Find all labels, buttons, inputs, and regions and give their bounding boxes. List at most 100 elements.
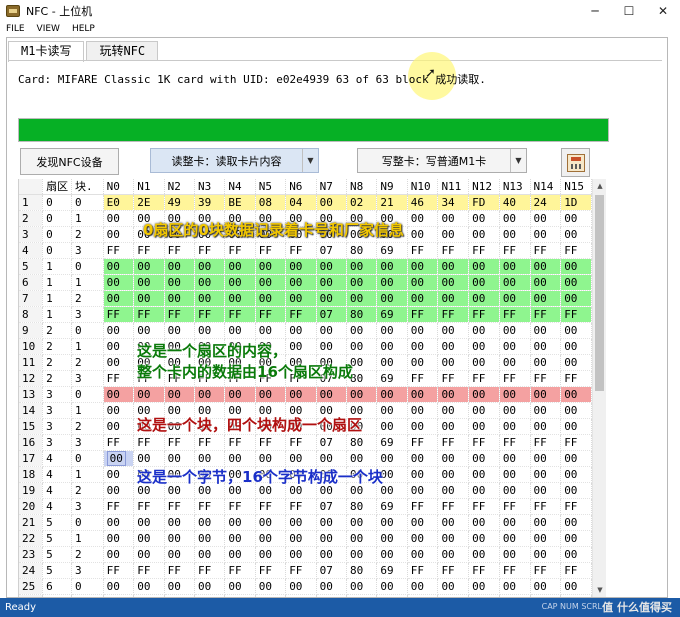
chevron-down-icon[interactable]: ▼ bbox=[510, 149, 526, 172]
row-number-cell[interactable]: 25 bbox=[19, 578, 44, 596]
block-cell[interactable]: 3 bbox=[71, 370, 104, 388]
byte-cell[interactable]: 00 bbox=[316, 338, 347, 356]
byte-cell[interactable]: 00 bbox=[560, 322, 592, 340]
byte-cell[interactable]: 69 bbox=[376, 242, 408, 260]
byte-cell[interactable]: FF bbox=[530, 498, 562, 516]
byte-cell[interactable]: 69 bbox=[376, 562, 408, 580]
byte-cell[interactable]: 00 bbox=[285, 290, 317, 308]
sector-cell[interactable]: 1 bbox=[42, 258, 73, 276]
byte-cell[interactable]: FF bbox=[224, 306, 256, 324]
sector-cell[interactable]: 5 bbox=[42, 530, 73, 548]
block-cell[interactable]: 3 bbox=[71, 498, 104, 516]
row-number-cell[interactable]: 21 bbox=[19, 514, 44, 532]
byte-cell[interactable]: 00 bbox=[437, 386, 470, 404]
byte-cell[interactable]: 00 bbox=[285, 338, 317, 356]
byte-cell[interactable]: 00 bbox=[255, 274, 287, 292]
byte-cell[interactable]: 00 bbox=[103, 578, 135, 596]
row-number-cell[interactable]: 14 bbox=[19, 402, 44, 420]
sector-cell[interactable]: 0 bbox=[42, 242, 73, 260]
byte-cell[interactable]: 00 bbox=[530, 338, 562, 356]
byte-cell[interactable]: FF bbox=[437, 242, 470, 260]
byte-cell[interactable]: 00 bbox=[530, 354, 562, 372]
byte-cell[interactable]: 00 bbox=[530, 514, 562, 532]
byte-cell[interactable]: 00 bbox=[437, 290, 470, 308]
byte-cell[interactable]: 00 bbox=[468, 386, 500, 404]
tab-play-nfc[interactable]: 玩转NFC bbox=[86, 41, 159, 61]
block-cell[interactable]: 1 bbox=[71, 210, 104, 228]
byte-cell[interactable]: 00 bbox=[468, 482, 500, 500]
table-row[interactable]: 13 3 0 00 00 00 00 00 00 00 00 00 00 00 00 00 00 00 00 bbox=[19, 386, 592, 404]
block-cell[interactable]: 3 bbox=[71, 434, 104, 452]
calculator-button[interactable] bbox=[561, 148, 590, 177]
byte-cell[interactable]: 00 bbox=[499, 418, 531, 436]
byte-cell[interactable]: 80 bbox=[346, 242, 378, 260]
byte-cell[interactable]: 00 bbox=[530, 290, 562, 308]
block-cell[interactable]: 0 bbox=[71, 578, 104, 596]
block-cell[interactable]: 0 bbox=[71, 258, 104, 276]
row-number-cell[interactable]: 22 bbox=[19, 530, 44, 548]
byte-cell[interactable]: 00 bbox=[285, 450, 317, 468]
byte-cell[interactable]: 00 bbox=[376, 514, 408, 532]
byte-cell[interactable]: 00 bbox=[316, 274, 347, 292]
byte-cell[interactable]: 00 bbox=[376, 530, 408, 548]
byte-cell[interactable]: 00 bbox=[164, 450, 196, 468]
sector-cell[interactable]: 0 bbox=[42, 226, 73, 244]
byte-cell[interactable]: 34 bbox=[437, 194, 470, 212]
byte-cell[interactable]: 00 bbox=[407, 402, 439, 420]
byte-cell[interactable]: 00 bbox=[468, 594, 500, 597]
byte-cell[interactable]: 00 bbox=[437, 594, 470, 597]
data-grid[interactable]: 扇区 块. N0 N1 N2 N3 N4 N5 N6 N7 N8 N9 N10 N11 N12 N13 N14 N… bbox=[18, 179, 592, 597]
block-cell[interactable]: 0 bbox=[71, 386, 104, 404]
close-icon[interactable]: ✕ bbox=[646, 0, 680, 22]
byte-cell[interactable]: 00 bbox=[224, 290, 256, 308]
byte-cell[interactable]: 00 bbox=[499, 226, 531, 244]
sector-cell[interactable]: 4 bbox=[42, 466, 73, 484]
byte-cell[interactable]: FF bbox=[468, 498, 500, 516]
byte-cell[interactable]: 00 bbox=[560, 482, 592, 500]
byte-cell[interactable]: 00 bbox=[316, 514, 347, 532]
table-row[interactable]: 7 1 2 00 00 00 00 00 00 00 00 00 00 00 00 00 00 00 00 bbox=[19, 290, 592, 308]
byte-cell[interactable]: FF bbox=[285, 562, 317, 580]
byte-cell[interactable]: 00 bbox=[346, 274, 378, 292]
byte-cell[interactable]: FF bbox=[194, 562, 226, 580]
byte-cell[interactable]: 49 bbox=[164, 194, 196, 212]
sector-cell[interactable]: 2 bbox=[42, 338, 73, 356]
byte-cell[interactable]: FF bbox=[407, 498, 439, 516]
byte-cell[interactable]: 00 bbox=[530, 466, 562, 484]
byte-cell[interactable]: 80 bbox=[346, 306, 378, 324]
sector-cell[interactable]: 0 bbox=[42, 210, 73, 228]
table-row[interactable]: 25 6 0 00 00 00 00 00 00 00 00 00 00 00 00 00 00 00 00 bbox=[19, 578, 592, 596]
byte-cell[interactable]: 00 bbox=[560, 226, 592, 244]
byte-cell[interactable]: 00 bbox=[560, 450, 592, 468]
byte-cell[interactable]: 00 bbox=[407, 466, 439, 484]
byte-cell[interactable]: 07 bbox=[316, 242, 347, 260]
byte-cell[interactable]: 00 bbox=[499, 322, 531, 340]
byte-cell[interactable]: FF bbox=[103, 434, 135, 452]
byte-cell[interactable]: FF bbox=[255, 242, 287, 260]
byte-cell[interactable]: 00 bbox=[103, 290, 135, 308]
maximize-icon[interactable]: ☐ bbox=[612, 0, 646, 22]
byte-cell[interactable]: 00 bbox=[376, 594, 408, 597]
byte-cell[interactable]: 00 bbox=[560, 290, 592, 308]
byte-cell[interactable]: FF bbox=[133, 562, 165, 580]
byte-cell[interactable]: 00 bbox=[103, 338, 135, 356]
block-cell[interactable]: 2 bbox=[71, 482, 104, 500]
menu-view[interactable]: VIEW bbox=[31, 22, 66, 36]
block-cell[interactable]: 1 bbox=[71, 402, 104, 420]
byte-cell[interactable]: FF bbox=[103, 306, 135, 324]
byte-cell[interactable]: 80 bbox=[346, 498, 378, 516]
byte-cell[interactable]: 02 bbox=[346, 194, 378, 212]
byte-cell[interactable]: 00 bbox=[530, 226, 562, 244]
row-number-cell[interactable]: 19 bbox=[19, 482, 44, 500]
row-number-cell[interactable]: 2 bbox=[19, 210, 44, 228]
table-row[interactable]: 8 1 3 FF FF FF FF FF FF FF 07 80 69 FF FF FF FF FF FF bbox=[19, 306, 592, 324]
byte-cell[interactable]: 00 bbox=[194, 290, 226, 308]
row-number-cell[interactable]: 20 bbox=[19, 498, 44, 516]
byte-cell[interactable]: 00 bbox=[103, 258, 135, 276]
byte-cell[interactable]: 00 bbox=[224, 546, 256, 564]
sector-cell[interactable]: 4 bbox=[42, 498, 73, 516]
byte-cell[interactable]: 00 bbox=[560, 258, 592, 276]
byte-cell[interactable]: 00 bbox=[255, 322, 287, 340]
byte-cell[interactable]: 00 bbox=[499, 578, 531, 596]
byte-cell[interactable]: FF bbox=[530, 242, 562, 260]
